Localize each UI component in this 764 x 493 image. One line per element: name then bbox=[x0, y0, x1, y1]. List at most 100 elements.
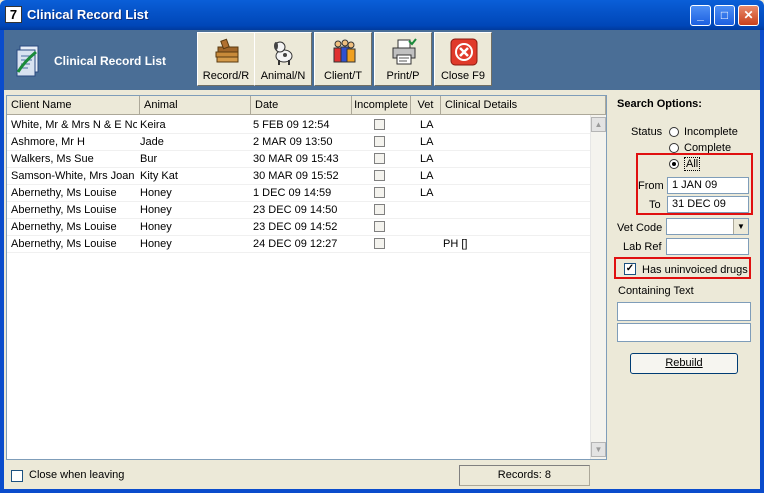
client-button[interactable]: Client/T bbox=[314, 32, 372, 86]
clinical-details-cell bbox=[443, 219, 583, 235]
date-cell: 24 DEC 09 12:27 bbox=[253, 238, 338, 250]
containing-text-field-2[interactable] bbox=[617, 323, 751, 342]
status-label: Status bbox=[631, 126, 663, 138]
client-name-cell: Abernethy, Ms Louise bbox=[11, 187, 117, 199]
client-name-cell: White, Mr & Mrs N & E Noe bbox=[11, 119, 137, 131]
lab-ref-field[interactable] bbox=[666, 238, 749, 255]
clinical-details-cell bbox=[443, 134, 583, 150]
client-name-cell: Abernethy, Ms Louise bbox=[11, 238, 117, 250]
incomplete-checkbox[interactable] bbox=[374, 187, 385, 198]
close-icon bbox=[450, 38, 478, 66]
date-cell: 5 FEB 09 12:54 bbox=[253, 119, 330, 131]
table-row[interactable]: Ashmore, Mr H Jade 2 MAR 09 13:50 LA bbox=[7, 134, 591, 151]
animal-cell: Kity Kat bbox=[140, 170, 178, 182]
date-cell: 23 DEC 09 14:50 bbox=[253, 204, 338, 216]
vet-cell: LA bbox=[420, 119, 434, 131]
app-icon[interactable]: 7 bbox=[5, 6, 22, 23]
date-cell: 2 MAR 09 13:50 bbox=[253, 136, 333, 148]
incomplete-checkbox[interactable] bbox=[374, 170, 385, 181]
animal-cell: Honey bbox=[140, 204, 172, 216]
minimize-button[interactable]: _ bbox=[690, 5, 711, 26]
incomplete-checkbox[interactable] bbox=[374, 119, 385, 130]
vet-cell: LA bbox=[420, 153, 434, 165]
clinical-details-cell: PH [] bbox=[443, 238, 468, 250]
vet-cell bbox=[420, 202, 440, 218]
dog-icon bbox=[270, 38, 298, 66]
animal-cell: Honey bbox=[140, 187, 172, 199]
column-header-client-name[interactable]: Client Name bbox=[7, 96, 140, 114]
vet-cell: LA bbox=[420, 187, 434, 199]
client-button-label: Client/T bbox=[324, 70, 362, 82]
close-f9-button-label: Close F9 bbox=[440, 70, 486, 82]
grid-header: Client Name Animal Date Incomplete Vet C… bbox=[7, 96, 606, 115]
client-name-cell: Samson-White, Mrs Joan bbox=[11, 170, 135, 182]
close-when-leaving-label[interactable]: Close when leaving bbox=[29, 469, 124, 481]
containing-text-field-1[interactable] bbox=[617, 302, 751, 321]
clinical-record-icon bbox=[14, 44, 42, 78]
rebuild-button[interactable]: Rebuild bbox=[630, 353, 738, 374]
window-frame-left bbox=[0, 30, 4, 493]
clinical-details-cell bbox=[443, 151, 583, 167]
table-row[interactable]: Abernethy, Ms Louise Honey 23 DEC 09 14:52 bbox=[7, 219, 591, 236]
client-name-cell: Abernethy, Ms Louise bbox=[11, 204, 117, 216]
title-bar[interactable]: 7 Clinical Record List _ □ ✕ bbox=[0, 0, 764, 30]
table-row[interactable]: Abernethy, Ms Louise Honey 24 DEC 09 12:27… bbox=[7, 236, 591, 253]
print-button[interactable]: Print/P bbox=[374, 32, 432, 86]
status-incomplete-radio[interactable] bbox=[669, 127, 679, 137]
record-button[interactable]: Record/R bbox=[197, 32, 255, 86]
column-header-clinical-details[interactable]: Clinical Details bbox=[441, 96, 606, 114]
table-row[interactable]: Abernethy, Ms Louise Honey 1 DEC 09 14:59 L… bbox=[7, 185, 591, 202]
table-row[interactable]: Samson-White, Mrs Joan Kity Kat 30 MAR 09 … bbox=[7, 168, 591, 185]
scroll-up-button[interactable]: ▲ bbox=[591, 117, 606, 132]
incomplete-checkbox[interactable] bbox=[374, 238, 385, 249]
vet-code-label: Vet Code bbox=[617, 222, 663, 234]
highlight-uninvoiced bbox=[614, 257, 751, 279]
toolbar: Clinical Record List Record/R Animal/N C… bbox=[4, 30, 760, 90]
animal-button[interactable]: Animal/N bbox=[254, 32, 312, 86]
toolbar-brand: Clinical Record List bbox=[14, 44, 166, 78]
vet-code-select[interactable]: ▼ bbox=[666, 218, 749, 235]
column-header-vet[interactable]: Vet bbox=[411, 96, 441, 114]
status-incomplete-label[interactable]: Incomplete bbox=[684, 126, 738, 138]
table-row[interactable]: Walkers, Ms Sue Bur 30 MAR 09 15:43 LA bbox=[7, 151, 591, 168]
highlight-status-date bbox=[636, 153, 753, 215]
client-name-cell: Ashmore, Mr H bbox=[11, 136, 85, 148]
date-cell: 1 DEC 09 14:59 bbox=[253, 187, 332, 199]
column-header-incomplete[interactable]: Incomplete bbox=[352, 96, 411, 114]
animal-cell: Jade bbox=[140, 136, 164, 148]
record-grid[interactable]: Client Name Animal Date Incomplete Vet C… bbox=[6, 95, 607, 460]
close-when-leaving-checkbox[interactable] bbox=[11, 470, 23, 482]
column-header-date[interactable]: Date bbox=[251, 96, 352, 114]
chevron-down-icon[interactable]: ▼ bbox=[733, 219, 748, 234]
client-name-cell: Walkers, Ms Sue bbox=[11, 153, 94, 165]
books-icon bbox=[213, 38, 241, 66]
incomplete-checkbox[interactable] bbox=[374, 153, 385, 164]
date-cell: 30 MAR 09 15:43 bbox=[253, 153, 339, 165]
close-f9-button[interactable]: Close F9 bbox=[434, 32, 492, 86]
status-complete-radio[interactable] bbox=[669, 143, 679, 153]
table-row[interactable]: White, Mr & Mrs N & E Noe Keira 5 FEB 09 1… bbox=[7, 117, 591, 134]
clinical-details-cell bbox=[443, 185, 583, 201]
containing-text-label: Containing Text bbox=[618, 285, 694, 297]
vet-cell bbox=[420, 219, 440, 235]
column-header-animal[interactable]: Animal bbox=[140, 96, 251, 114]
animal-button-label: Animal/N bbox=[260, 70, 306, 82]
window-frame-bottom bbox=[0, 489, 764, 493]
vet-cell: LA bbox=[420, 170, 434, 182]
grid-vertical-scrollbar[interactable]: ▲ ▼ bbox=[590, 115, 606, 459]
incomplete-checkbox[interactable] bbox=[374, 221, 385, 232]
incomplete-checkbox[interactable] bbox=[374, 204, 385, 215]
maximize-button[interactable]: □ bbox=[714, 5, 735, 26]
print-button-label: Print/P bbox=[386, 70, 420, 82]
animal-cell: Honey bbox=[140, 221, 172, 233]
vet-cell bbox=[420, 236, 440, 252]
animal-cell: Honey bbox=[140, 238, 172, 250]
incomplete-checkbox[interactable] bbox=[374, 136, 385, 147]
scroll-down-button[interactable]: ▼ bbox=[591, 442, 606, 457]
table-row[interactable]: Abernethy, Ms Louise Honey 23 DEC 09 14:50 bbox=[7, 202, 591, 219]
close-window-button[interactable]: ✕ bbox=[738, 5, 759, 26]
clinical-details-cell bbox=[443, 168, 583, 184]
date-cell: 23 DEC 09 14:52 bbox=[253, 221, 338, 233]
animal-cell: Keira bbox=[140, 119, 166, 131]
record-button-label: Record/R bbox=[202, 70, 250, 82]
